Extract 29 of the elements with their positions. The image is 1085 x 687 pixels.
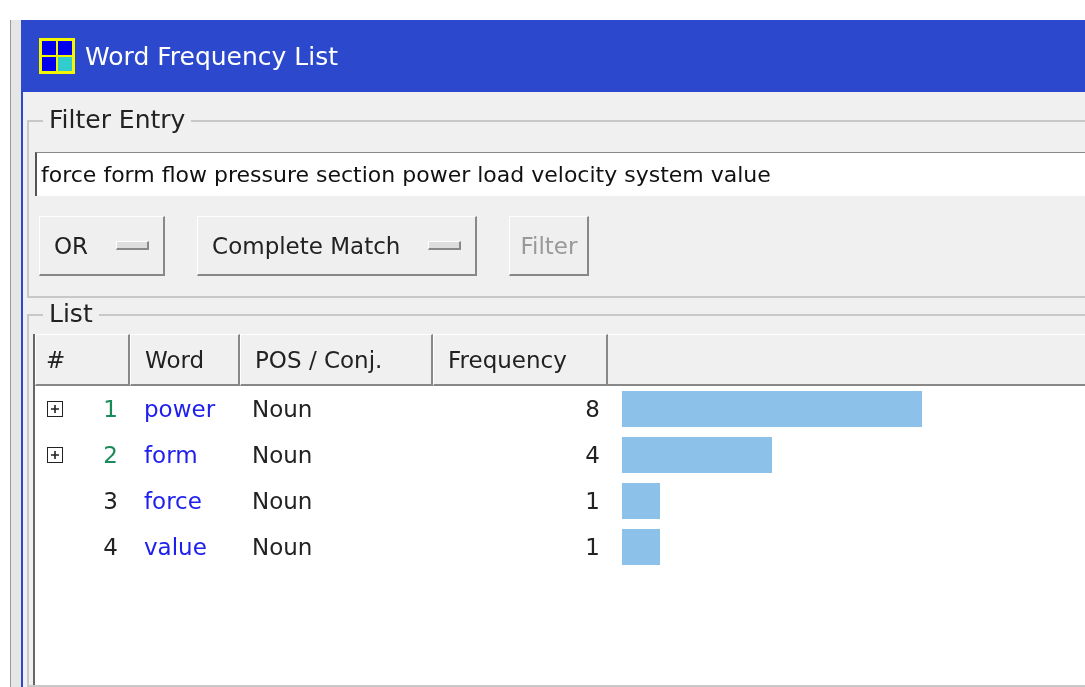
word-cell: power — [144, 396, 216, 422]
column-header[interactable]: POS / Conj. — [240, 334, 433, 386]
frequency-bar — [622, 529, 660, 565]
expand-icon[interactable] — [47, 447, 63, 463]
pos-cell: Noun — [252, 396, 313, 422]
column-header[interactable]: # — [35, 334, 130, 386]
dropdown-button[interactable]: Complete Match — [197, 216, 478, 276]
frequency-bar — [622, 483, 660, 519]
app-icon — [39, 38, 75, 74]
filter-field[interactable]: force form flow pressure section power load velocity system value — [35, 152, 1085, 196]
frequency-cell: 4 — [585, 442, 600, 468]
pos-cell: Noun — [252, 442, 313, 468]
frequency-cell: 1 — [585, 534, 600, 560]
column-header[interactable]: Word — [130, 334, 240, 386]
row-number: 1 — [103, 396, 118, 422]
frequency-cell: 8 — [585, 396, 600, 422]
row-number: 4 — [103, 534, 118, 560]
row-number: 2 — [103, 442, 118, 468]
frequency-cell: 1 — [585, 488, 600, 514]
word-cell: force — [144, 488, 202, 514]
word-cell: form — [144, 442, 198, 468]
expand-icon[interactable] — [47, 401, 63, 417]
dropdown-button[interactable]: OR — [39, 216, 166, 276]
window-title: Word Frequency List — [85, 41, 338, 71]
row-number: 3 — [103, 488, 118, 514]
word-cell: value — [144, 534, 207, 560]
column-header[interactable]: Frequency — [433, 334, 608, 386]
pos-cell: Noun — [252, 488, 313, 514]
pos-cell: Noun — [252, 534, 313, 560]
